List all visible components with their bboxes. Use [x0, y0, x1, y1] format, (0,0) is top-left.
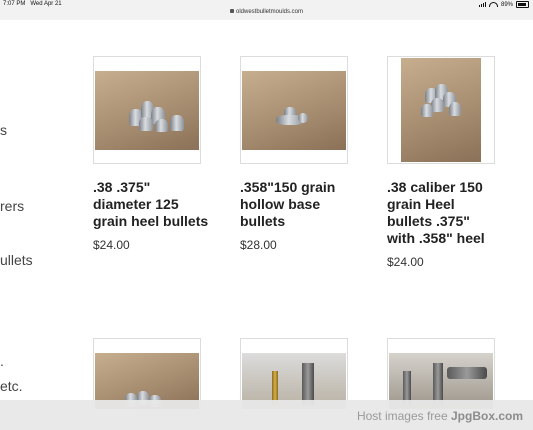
footer-prefix: Host images free: [356, 409, 451, 423]
sidebar-link-fragment-5[interactable]: etc.: [0, 378, 23, 394]
product-image-6[interactable]: [387, 338, 495, 409]
lock-icon: [229, 9, 234, 14]
signal-icon: [478, 2, 486, 7]
product-image-2[interactable]: [240, 56, 348, 164]
battery-icon: [516, 1, 529, 8]
product-image-1[interactable]: [93, 56, 201, 164]
bullets-photo: [95, 71, 199, 150]
status-time: 7:07 PM Wed Apr 21: [3, 1, 62, 7]
url-text: oldwestbulletmoulds.com: [235, 9, 304, 15]
date-text: Wed Apr 21: [30, 1, 62, 7]
product-title-3[interactable]: .38 caliber 150 grain Heel bullets .375"…: [387, 179, 503, 247]
time-text: 7:07 PM: [3, 1, 26, 7]
product-price-1: $24.00: [93, 238, 130, 252]
address-bar[interactable]: oldwestbulletmoulds.com: [0, 9, 533, 15]
status-bar: 7:07 PM Wed Apr 21 oldwestbulletmoulds.c…: [0, 0, 533, 20]
sidebar-link-fragment-4[interactable]: .: [0, 353, 4, 369]
product-image-5[interactable]: [240, 338, 348, 409]
product-image-3[interactable]: [387, 56, 495, 164]
sidebar-link-fragment-3[interactable]: ullets: [0, 252, 33, 268]
status-icons: 89%: [478, 1, 529, 8]
sidebar-link-fragment-2[interactable]: rers: [0, 198, 24, 214]
product-price-2: $28.00: [240, 238, 277, 252]
product-title-2[interactable]: .358"150 grain hollow base bullets: [240, 179, 356, 230]
product-image-4[interactable]: [93, 338, 201, 409]
sidebar-link-fragment-1[interactable]: s: [0, 122, 7, 138]
footer-brand[interactable]: JpgBox.com: [451, 409, 523, 423]
footer-text: Host images free JpgBox.com: [357, 409, 523, 423]
battery-percent: 89%: [500, 1, 513, 8]
host-footer-banner[interactable]: Host images free JpgBox.com: [0, 400, 533, 430]
product-title-1[interactable]: .38 .375" diameter 125 grain heel bullet…: [93, 179, 213, 230]
product-price-3: $24.00: [387, 255, 424, 269]
bullets-photo: [401, 58, 481, 162]
wifi-icon: [488, 2, 498, 7]
bullet-photo: [242, 71, 346, 150]
